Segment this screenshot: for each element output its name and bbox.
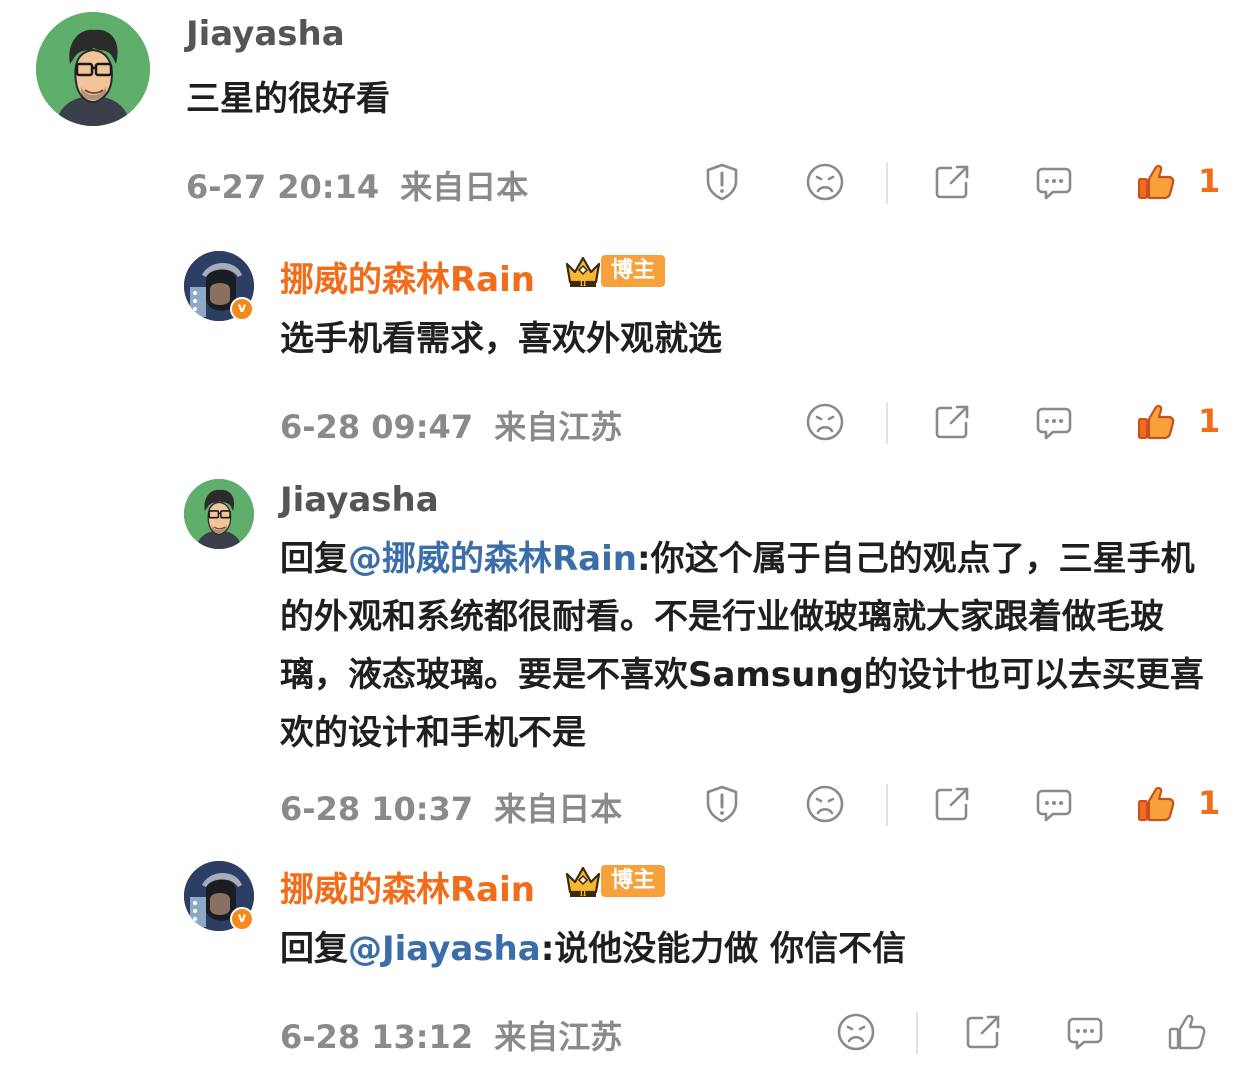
like-icon[interactable] xyxy=(1165,1010,1209,1054)
username[interactable]: 挪威的森林Rain xyxy=(280,862,535,911)
comment-meta: 6-28 13:12 来自江苏 xyxy=(280,1012,622,1058)
reply-prefix: 回复 xyxy=(280,929,348,969)
avatar[interactable] xyxy=(184,479,254,549)
username[interactable]: Jiayasha xyxy=(186,14,345,54)
report-icon[interactable] xyxy=(700,782,744,826)
verified-icon: v xyxy=(230,297,254,321)
dislike-icon[interactable] xyxy=(803,400,847,444)
timestamp: 6-28 13:12 xyxy=(280,1018,474,1056)
reply-icon[interactable] xyxy=(1032,782,1076,826)
dislike-icon[interactable] xyxy=(803,160,847,204)
mention-link[interactable]: @Jiayasha xyxy=(348,929,541,969)
comment-meta: 6-28 09:47 来自江苏 xyxy=(280,402,622,448)
share-icon[interactable] xyxy=(930,782,974,826)
like-icon[interactable] xyxy=(1134,400,1178,444)
location: 来自江苏 xyxy=(494,408,623,446)
reply-body: :说他没能力做 你信不信 xyxy=(540,929,907,969)
crown-icon xyxy=(563,862,603,900)
location: 来自江苏 xyxy=(494,1018,623,1056)
comment-meta: 6-28 10:37 来自日本 xyxy=(280,784,622,830)
cartoon-avatar-icon xyxy=(36,12,150,126)
reply-prefix: 回复 xyxy=(280,539,348,579)
like-icon[interactable] xyxy=(1134,160,1178,204)
blogger-badge: 博主 xyxy=(563,862,666,900)
mention-link[interactable]: @挪威的森林Rain xyxy=(348,539,637,579)
like-count: 1 xyxy=(1198,402,1221,440)
dislike-icon[interactable] xyxy=(834,1010,878,1054)
like-count: 1 xyxy=(1198,162,1221,200)
share-icon[interactable] xyxy=(930,400,974,444)
comment-text: 选手机看需求，喜欢外观就选 xyxy=(280,319,722,359)
divider xyxy=(886,402,888,444)
dislike-icon[interactable] xyxy=(803,782,847,826)
cartoon-avatar-icon xyxy=(184,479,254,549)
avatar[interactable] xyxy=(36,12,150,126)
timestamp: 6-28 10:37 xyxy=(280,790,474,828)
badge-label: 博主 xyxy=(601,865,666,897)
share-icon[interactable] xyxy=(930,160,974,204)
reply-icon[interactable] xyxy=(1032,400,1076,444)
verified-icon: v xyxy=(230,907,254,931)
like-icon[interactable] xyxy=(1134,782,1178,826)
comment-text: 三星的很好看 xyxy=(186,79,390,119)
report-icon[interactable] xyxy=(700,160,744,204)
reply-icon[interactable] xyxy=(1063,1010,1107,1054)
username[interactable]: Jiayasha xyxy=(280,480,439,520)
like-count: 1 xyxy=(1198,784,1221,822)
comment-meta: 6-27 20:14 来自日本 xyxy=(186,162,528,208)
username[interactable]: 挪威的森林Rain xyxy=(280,252,535,301)
timestamp: 6-28 09:47 xyxy=(280,408,474,446)
divider xyxy=(886,784,888,826)
divider xyxy=(886,162,888,204)
blogger-badge: 博主 xyxy=(563,252,666,290)
comment-text: 回复@Jiayasha:说他没能力做 你信不信 xyxy=(280,920,1220,978)
comment-text: 回复@挪威的森林Rain:你这个属于自己的观点了，三星手机的外观和系统都很耐看。… xyxy=(280,530,1225,762)
timestamp: 6-27 20:14 xyxy=(186,168,380,206)
reply-icon[interactable] xyxy=(1032,160,1076,204)
badge-label: 博主 xyxy=(601,255,666,287)
divider xyxy=(916,1012,918,1054)
location: 来自日本 xyxy=(400,168,529,206)
crown-icon xyxy=(563,252,603,290)
location: 来自日本 xyxy=(494,790,623,828)
share-icon[interactable] xyxy=(961,1010,1005,1054)
